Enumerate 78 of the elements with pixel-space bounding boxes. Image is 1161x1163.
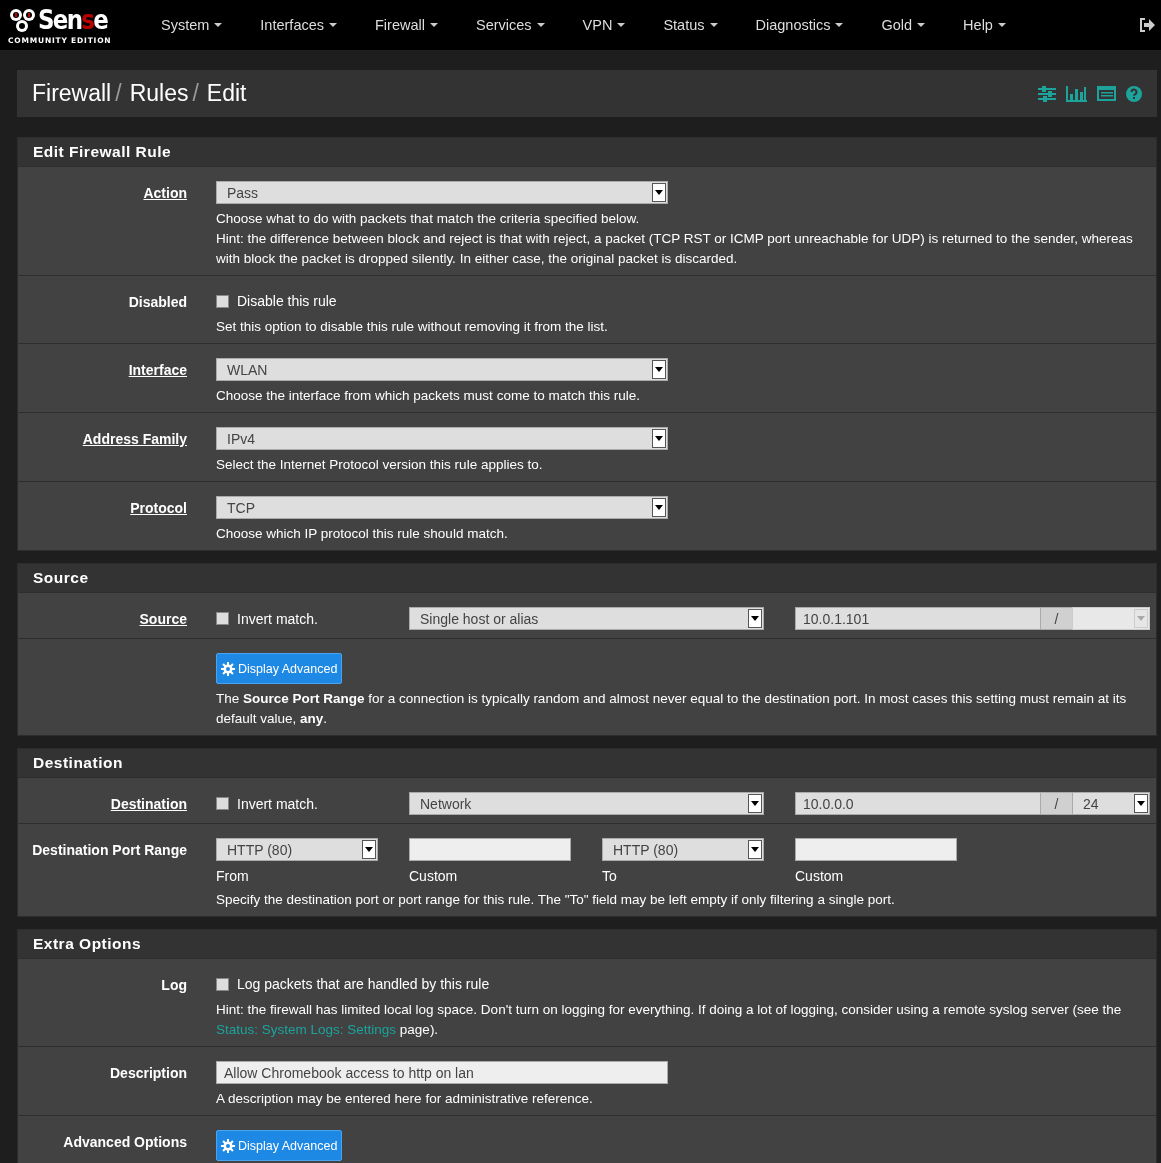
field-label: Destination Port Range <box>32 842 187 858</box>
panel-title: Extra Options <box>18 930 1156 958</box>
breadcrumb-separator: / <box>115 80 122 107</box>
field-caption: Custom <box>795 867 845 885</box>
field-label-link[interactable]: Source <box>139 611 187 627</box>
display-advanced-button[interactable]: Display Advanced <box>216 1130 343 1161</box>
help-text: Specify the destination port or port range for this rule. The "To" field may be left empty if only filtering a single port. <box>216 891 896 909</box>
panel-title: Destination <box>18 749 1156 777</box>
checkbox[interactable] <box>216 294 229 308</box>
checkbox-label: Invert match. <box>237 795 318 812</box>
field-caption: From <box>216 867 250 885</box>
field-label-link[interactable]: Protocol <box>130 500 187 516</box>
field-label-link[interactable]: Interface <box>128 362 187 378</box>
menu-item[interactable]: Help <box>944 17 1025 33</box>
address-field[interactable]: 10.0.1.101 <box>795 607 1041 630</box>
help-text: Hint: the firewall has limited local log space. Don't turn on logging for everything. If doing a lot of logging, consider using a remote syslog server (see the Status: System Logs: Settings page). <box>216 1001 1123 1039</box>
select-field[interactable]: Network <box>409 792 764 815</box>
select-field[interactable]: WLAN <box>216 358 668 381</box>
help-text: Choose which IP protocol this rule should match. <box>216 525 509 543</box>
help-text: A description may be entered here for administrative reference. <box>216 1090 594 1108</box>
field-label: Log <box>161 977 187 993</box>
panel-title: Edit Firewall Rule <box>18 138 1156 166</box>
menu-item[interactable]: VPN <box>563 17 645 33</box>
display-advanced-button[interactable]: Display Advanced <box>216 653 343 684</box>
breadcrumb-separator: / <box>192 80 199 107</box>
field-label: Disabled <box>128 294 187 310</box>
slash-separator: / <box>1041 792 1072 815</box>
help-text: The Source Port Range for a connection is typically random and almost never equal to the destination port. In most cases this setting must remain at its default value, any. <box>216 690 1128 728</box>
gear-icon <box>221 1138 235 1153</box>
checkbox[interactable] <box>216 977 229 991</box>
menu-item[interactable]: Interfaces <box>241 17 356 33</box>
breadcrumb-item[interactable]: Firewall <box>32 80 112 107</box>
text-field[interactable] <box>409 838 571 861</box>
select-field[interactable]: IPv4 <box>216 427 668 450</box>
slash-separator: / <box>1041 607 1072 630</box>
help-text: Choose what to do with packets that match the criteria specified below. <box>216 210 641 228</box>
menu-item[interactable]: Services <box>456 17 564 33</box>
panel-title: Source <box>18 564 1156 592</box>
brand-name[interactable]: Sense <box>38 5 108 34</box>
field-label-link[interactable]: Destination <box>110 796 187 812</box>
select-field[interactable]: HTTP (80) <box>602 838 764 861</box>
bar-chart-icon[interactable] <box>1066 85 1087 102</box>
text-field[interactable] <box>795 838 957 861</box>
logout-icon[interactable] <box>1139 18 1155 32</box>
checkbox[interactable] <box>216 612 229 625</box>
field-label: Description <box>110 1065 187 1081</box>
menu-item[interactable]: System <box>142 17 242 33</box>
select-field[interactable]: Single host or alias <box>409 607 764 630</box>
checkbox-label: Disable this rule <box>237 293 337 309</box>
help-icon[interactable] <box>1126 85 1142 102</box>
checkbox-label: Invert match. <box>237 610 318 627</box>
field-label-link[interactable]: Action <box>143 185 187 201</box>
sliders-icon[interactable] <box>1038 85 1056 102</box>
menu-item[interactable]: Firewall <box>356 17 457 33</box>
help-text: Set this option to disable this rule without removing it from the list. <box>216 318 609 336</box>
breadcrumb-item[interactable]: Rules <box>129 80 189 107</box>
select-field[interactable]: TCP <box>216 496 668 519</box>
field-caption: To <box>602 867 618 885</box>
menu-item[interactable]: Gold <box>862 17 945 33</box>
help-text: Choose the interface from which packets must come to match this rule. <box>216 387 641 405</box>
checkbox-label: Log packets that are handled by this rule <box>237 976 490 992</box>
checkbox[interactable] <box>216 797 229 810</box>
text-field[interactable]: Allow Chromebook access to http on lan <box>216 1061 668 1084</box>
select-field[interactable]: HTTP (80) <box>216 838 378 861</box>
select-field[interactable]: 24 <box>1072 792 1150 815</box>
field-caption: Custom <box>409 867 459 885</box>
gear-icon <box>221 661 235 676</box>
field-label: Advanced Options <box>63 1134 187 1150</box>
address-field[interactable]: 10.0.0.0 <box>795 792 1041 815</box>
select-field[interactable]: Pass <box>216 181 668 204</box>
help-text: Hint: the difference between block and reject is that with reject, a packet (TCP RST or ICMP port unreachable for UDP) is returned to the sender, whereas with block the packet is dropped silently. In either case, the original packet is discarded. <box>216 230 1134 268</box>
logo-icon[interactable] <box>8 6 38 33</box>
menu-item[interactable]: Diagnostics <box>736 17 863 33</box>
help-text: Select the Internet Protocol version this rule applies to. <box>216 456 544 474</box>
field-label-link[interactable]: Address Family <box>82 431 187 447</box>
breadcrumb-item[interactable]: Edit <box>206 80 247 107</box>
menu-item[interactable]: Status <box>644 17 737 33</box>
list-icon[interactable] <box>1097 86 1116 101</box>
